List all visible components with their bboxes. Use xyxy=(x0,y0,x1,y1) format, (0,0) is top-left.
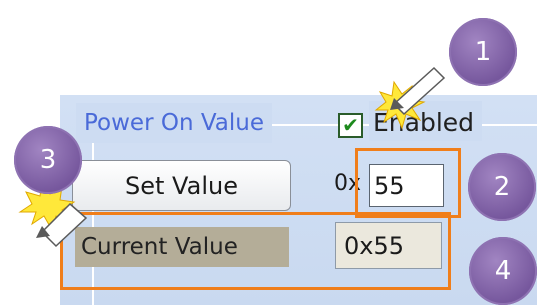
enabled-checkbox[interactable]: ✔ xyxy=(338,113,363,138)
highlight-box-input xyxy=(355,148,461,218)
checkmark-icon: ✔ xyxy=(342,113,359,137)
callout-badge-4: 4 xyxy=(469,237,537,305)
highlight-box-current xyxy=(60,212,451,290)
starburst-pointer-icon xyxy=(374,66,446,130)
set-value-button[interactable]: Set Value xyxy=(72,160,291,211)
group-title: Power On Value xyxy=(76,103,273,143)
callout-badge-1: 1 xyxy=(449,18,517,86)
callout-badge-2: 2 xyxy=(468,153,536,221)
callout-badge-3: 3 xyxy=(14,126,82,194)
